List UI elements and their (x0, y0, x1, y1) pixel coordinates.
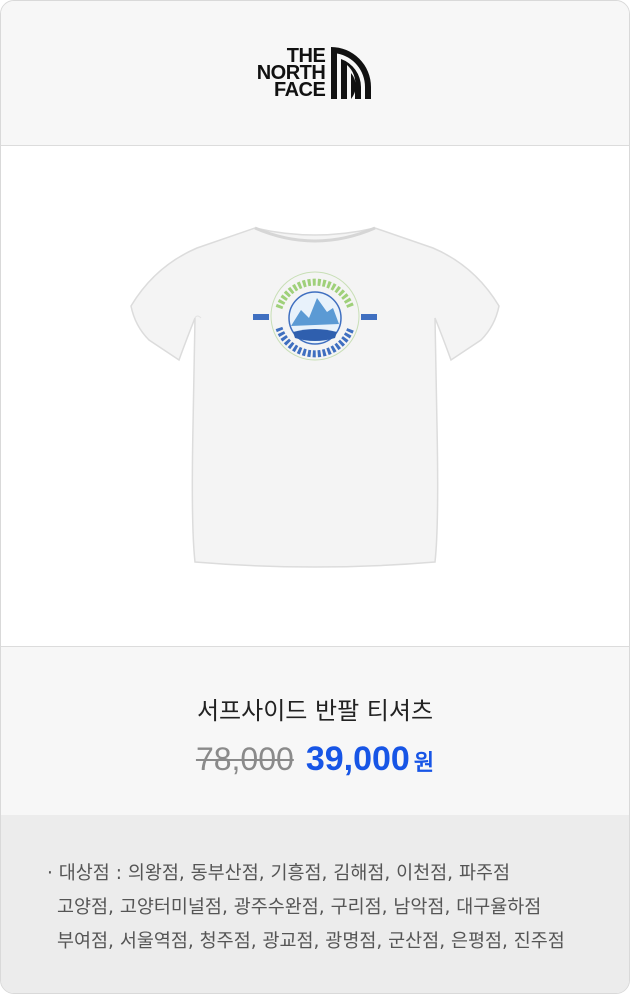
brand-header: THE NORTH FACE (1, 1, 629, 146)
sale-price: 39,000 (305, 740, 410, 778)
logo-line-face: FACE (273, 78, 326, 101)
stores-line: 부여점, 서울역점, 청주점, 광교점, 광명점, 군산점, 은평점, 진주점 (57, 931, 565, 952)
stores-line: 고양점, 고양터미널점, 광주수완점, 구리점, 남악점, 대구율하점 (57, 897, 542, 918)
product-card[interactable]: THE NORTH FACE 서프사이드 반팔 티셔츠 78,000 39,00… (0, 0, 630, 994)
participating-stores: · 대상점 : 의왕점, 동부산점, 기흥점, 김해점, 이천점, 파주점 고양… (1, 815, 629, 993)
tshirt-image[interactable] (115, 206, 515, 586)
currency-label: 원 (413, 751, 435, 776)
stores-line: · 대상점 : 의왕점, 동부산점, 기흥점, 김해점, 이천점, 파주점 (47, 863, 511, 884)
logo-wordmark: THE NORTH FACE (257, 46, 326, 101)
product-title[interactable]: 서프사이드 반팔 티셔츠 (197, 691, 433, 726)
product-image-area[interactable] (1, 146, 629, 647)
half-dome-logo-icon (331, 47, 372, 99)
price-row: 78,000 39,000 원 (196, 740, 434, 779)
brand-logo: THE NORTH FACE (257, 45, 374, 101)
original-price: 78,000 (195, 741, 294, 777)
product-info: 서프사이드 반팔 티셔츠 78,000 39,000 원 (1, 647, 629, 815)
